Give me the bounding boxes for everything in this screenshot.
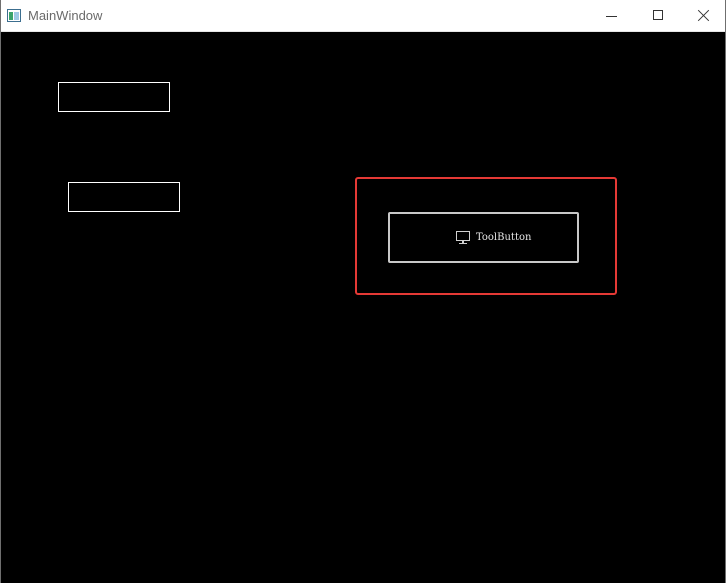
minimize-button[interactable] bbox=[589, 0, 635, 31]
window-title: MainWindow bbox=[28, 8, 103, 23]
monitor-icon bbox=[456, 231, 470, 244]
close-button[interactable] bbox=[681, 0, 726, 31]
maximize-button[interactable] bbox=[635, 0, 681, 31]
main-window: MainWindow ToolButton bbox=[0, 0, 726, 583]
line-edit-1[interactable] bbox=[58, 82, 170, 112]
central-widget: ToolButton bbox=[1, 32, 725, 583]
maximize-icon bbox=[653, 10, 663, 20]
line-edit-2[interactable] bbox=[68, 182, 180, 212]
close-icon bbox=[698, 9, 710, 21]
minimize-icon bbox=[606, 16, 617, 17]
title-bar[interactable]: MainWindow bbox=[1, 0, 725, 32]
app-window-icon bbox=[7, 9, 21, 22]
tool-button-label: ToolButton bbox=[476, 232, 532, 243]
tool-button[interactable]: ToolButton bbox=[388, 212, 579, 263]
